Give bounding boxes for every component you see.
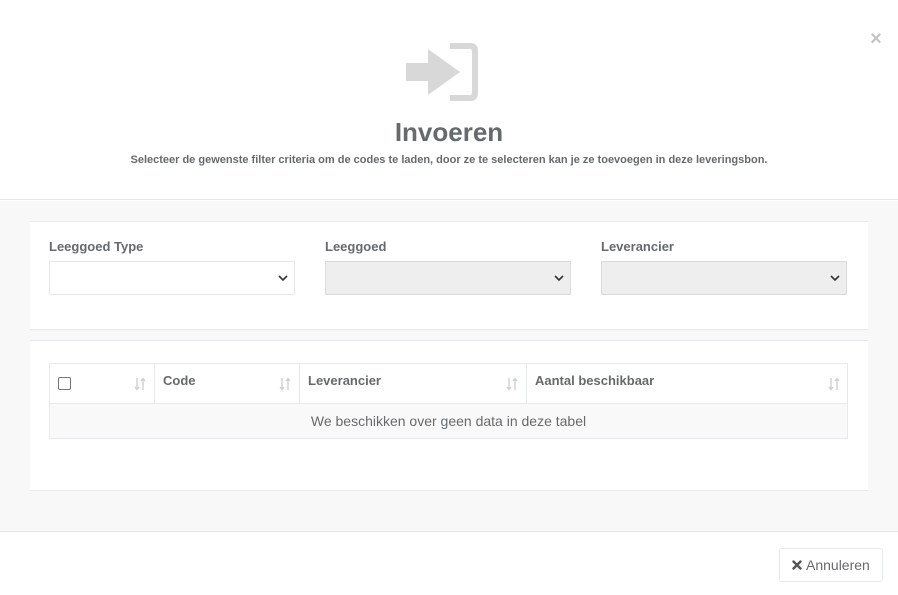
- column-label: Aantal beschikbaar: [535, 373, 655, 388]
- filter-leeggoed-type: Leeggoed Type: [49, 238, 295, 295]
- leeggoed-type-select[interactable]: [49, 261, 295, 295]
- column-header-aantal-beschikbaar[interactable]: Aantal beschikbaar: [527, 364, 848, 404]
- filter-label: Leeggoed Type: [49, 239, 144, 254]
- times-icon: [792, 560, 802, 570]
- modal-dialog: × Invoeren Selecteer de gewenste filter …: [0, 0, 898, 595]
- column-header-code[interactable]: Code: [155, 364, 300, 404]
- filter-panel: Leeggoed Type Leeggoed Leverancier: [30, 221, 868, 330]
- chevron-down-icon: [554, 275, 564, 282]
- modal-header: × Invoeren Selecteer de gewenste filter …: [0, 0, 898, 200]
- chevron-down-icon: [830, 275, 840, 282]
- leeggoed-select[interactable]: [325, 261, 571, 295]
- table-header: Code Leverancier Aantal beschikbaar: [50, 364, 847, 404]
- modal-subtitle: Selecteer de gewenste filter criteria om…: [130, 154, 768, 166]
- filter-leverancier: Leverancier: [601, 238, 847, 295]
- select-all-checkbox[interactable]: [58, 377, 71, 390]
- cancel-button[interactable]: Annuleren: [779, 548, 883, 582]
- filter-label: Leverancier: [601, 239, 674, 254]
- column-header-leverancier[interactable]: Leverancier: [300, 364, 527, 404]
- table-panel: Code Leverancier Aantal beschikbaar We b…: [30, 340, 868, 491]
- sign-in-icon: [406, 43, 478, 101]
- sort-icon: [279, 377, 291, 391]
- filter-label: Leeggoed: [325, 239, 387, 254]
- modal-footer: Annuleren: [0, 531, 898, 595]
- column-label: Leverancier: [308, 373, 381, 388]
- cancel-label: Annuleren: [806, 557, 870, 573]
- modal-title: Invoeren: [394, 117, 504, 147]
- modal-body: Leeggoed Type Leeggoed Leverancier Code …: [0, 201, 898, 531]
- filter-leeggoed: Leeggoed: [325, 238, 571, 295]
- codes-table: Code Leverancier Aantal beschikbaar We b…: [49, 363, 848, 439]
- sort-icon: [134, 377, 146, 391]
- sort-icon: [828, 377, 840, 391]
- column-header-select[interactable]: [50, 364, 155, 404]
- column-label: Code: [163, 373, 196, 388]
- close-button[interactable]: ×: [866, 28, 886, 50]
- table-empty-message: We beschikken over geen data in deze tab…: [50, 404, 847, 438]
- sort-icon: [506, 377, 518, 391]
- leverancier-select[interactable]: [601, 261, 847, 295]
- chevron-down-icon: [278, 275, 288, 282]
